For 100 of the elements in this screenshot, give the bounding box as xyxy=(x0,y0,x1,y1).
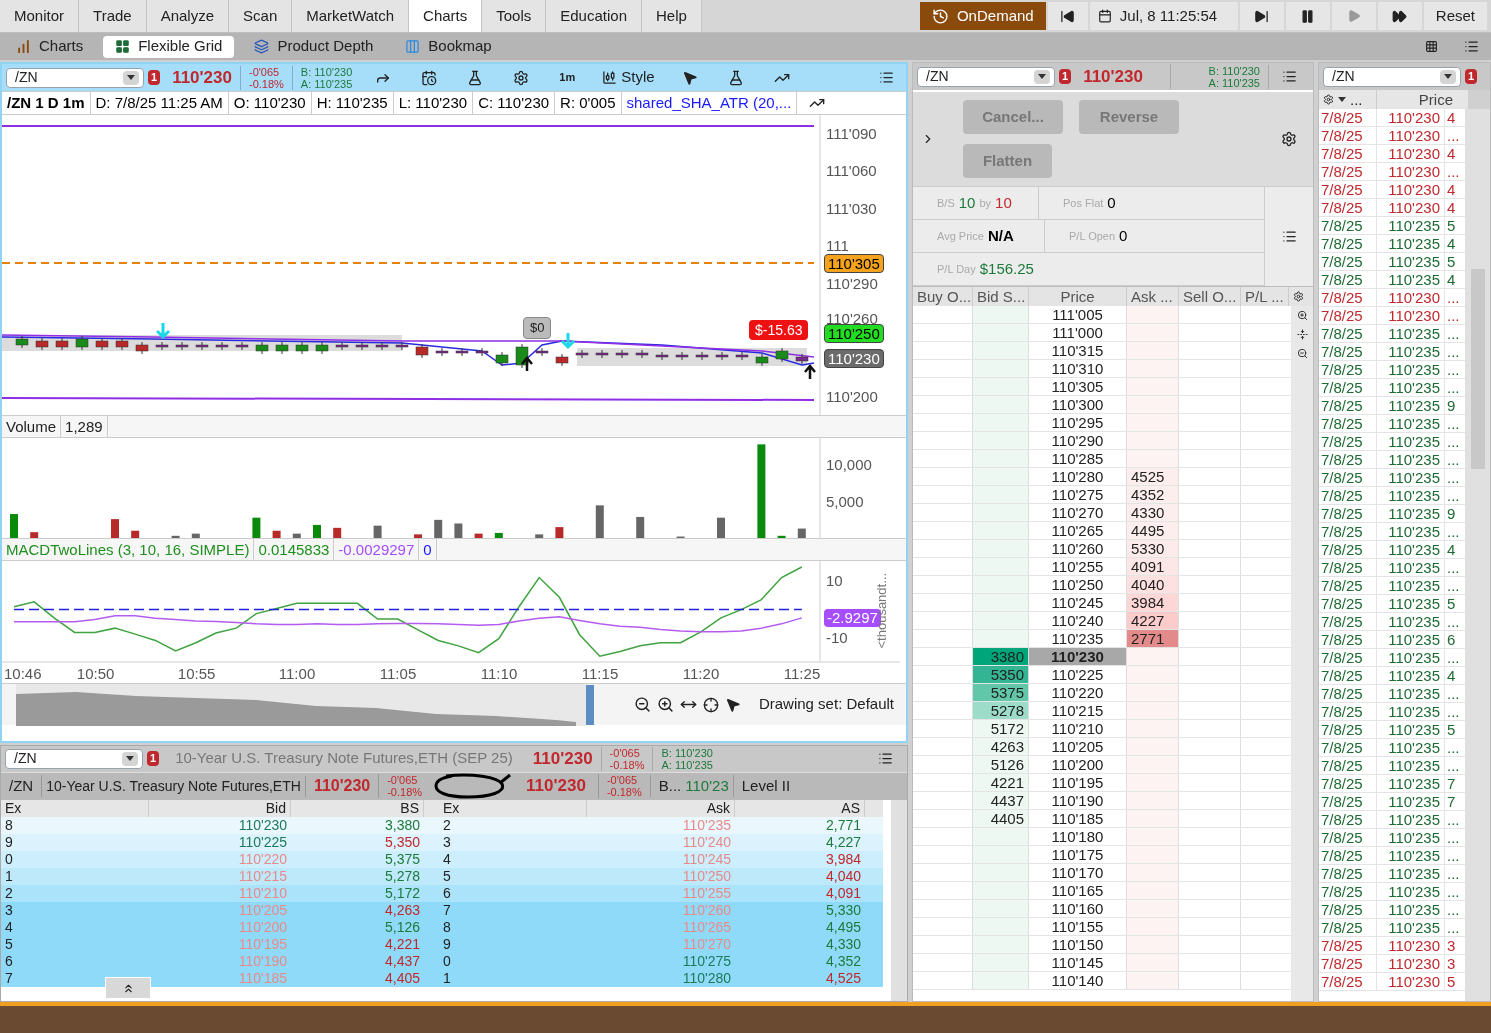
bid-size-cell[interactable] xyxy=(973,900,1029,917)
ask-size-cell[interactable] xyxy=(1127,720,1179,737)
bid-size-cell[interactable] xyxy=(973,576,1029,593)
scrollbar[interactable] xyxy=(1465,109,1490,1001)
column-header[interactable]: Ask xyxy=(587,799,735,817)
bid-size-cell[interactable]: 4405 xyxy=(973,810,1029,827)
menu-tab[interactable]: Tools xyxy=(482,0,547,32)
symbol-field[interactable]: /ZN xyxy=(1323,66,1461,87)
bid-size-cell[interactable] xyxy=(973,378,1029,395)
bid-size-cell[interactable] xyxy=(973,864,1029,881)
ask-size-cell[interactable] xyxy=(1127,360,1179,377)
ask-size-cell[interactable] xyxy=(1127,810,1179,827)
bid-size-cell[interactable] xyxy=(973,432,1029,449)
interval-button[interactable]: 1m xyxy=(544,69,591,86)
alert-badge[interactable]: 1 xyxy=(1465,69,1478,84)
bid-size-cell[interactable] xyxy=(973,396,1029,413)
bid-size-cell[interactable] xyxy=(973,324,1029,341)
bid-size-cell[interactable] xyxy=(973,558,1029,575)
pause-button[interactable] xyxy=(1285,2,1330,30)
ask-size-cell[interactable] xyxy=(1127,918,1179,935)
bid-size-cell[interactable] xyxy=(973,540,1029,557)
ask-size-cell[interactable] xyxy=(1127,396,1179,413)
bid-size-cell[interactable] xyxy=(973,522,1029,539)
bid-size-cell[interactable] xyxy=(973,360,1029,377)
price-cell[interactable]: 110'230 xyxy=(1029,648,1127,665)
ask-size-cell[interactable]: 2771 xyxy=(1127,630,1179,647)
bid-size-cell[interactable] xyxy=(973,918,1029,935)
bid-size-cell[interactable] xyxy=(973,612,1029,629)
menu-tab[interactable]: Help xyxy=(642,0,702,32)
bid-size-cell[interactable] xyxy=(973,342,1029,359)
sub-tab[interactable]: Flexible Grid xyxy=(103,35,235,58)
bid-size-cell[interactable] xyxy=(973,594,1029,611)
ask-size-cell[interactable] xyxy=(1127,738,1179,755)
ask-size-cell[interactable]: 4091 xyxy=(1127,558,1179,575)
drawing-set-button[interactable]: Drawing set: Default xyxy=(758,693,894,716)
ask-size-cell[interactable] xyxy=(1127,900,1179,917)
ask-size-cell[interactable] xyxy=(1127,972,1179,989)
ask-size-cell[interactable] xyxy=(1127,954,1179,971)
bid-size-cell[interactable] xyxy=(973,882,1029,899)
sub-tab[interactable]: Charts xyxy=(4,35,96,58)
column-header[interactable]: BS xyxy=(291,799,424,817)
ask-size-cell[interactable] xyxy=(1127,864,1179,881)
bid-size-cell[interactable] xyxy=(973,306,1029,323)
ask-size-cell[interactable] xyxy=(1127,432,1179,449)
ask-size-cell[interactable]: 4352 xyxy=(1127,486,1179,503)
study-label[interactable]: shared_SHA_ATR (20,... xyxy=(621,92,798,114)
menu-tab[interactable]: Scan xyxy=(229,0,293,32)
ask-size-cell[interactable] xyxy=(1127,414,1179,431)
scroll-top-button[interactable] xyxy=(105,977,151,999)
skip-back-button[interactable] xyxy=(1047,2,1088,30)
sub-tab[interactable]: Product Depth xyxy=(242,35,386,58)
ask-size-cell[interactable]: 4227 xyxy=(1127,612,1179,629)
scrollbar[interactable] xyxy=(891,799,907,1001)
bid-size-cell[interactable] xyxy=(973,972,1029,989)
alert-badge[interactable]: 1 xyxy=(1059,69,1072,84)
column-header[interactable]: Price xyxy=(1377,90,1457,109)
alert-badge[interactable]: 1 xyxy=(148,70,161,85)
bid-size-cell[interactable]: 5375 xyxy=(973,684,1029,701)
ondemand-button[interactable]: OnDemand xyxy=(919,2,1046,30)
bid-size-cell[interactable] xyxy=(973,486,1029,503)
bid-size-cell[interactable] xyxy=(973,954,1029,971)
ask-size-cell[interactable]: 4525 xyxy=(1127,468,1179,485)
ask-size-cell[interactable] xyxy=(1127,378,1179,395)
ask-size-cell[interactable]: 4040 xyxy=(1127,576,1179,593)
ask-size-cell[interactable]: 4330 xyxy=(1127,504,1179,521)
menu-tab[interactable]: MarketWatch xyxy=(292,0,410,32)
bid-size-cell[interactable]: 5350 xyxy=(973,666,1029,683)
bid-size-cell[interactable] xyxy=(973,828,1029,845)
ask-size-cell[interactable] xyxy=(1127,846,1179,863)
ask-size-cell[interactable] xyxy=(1127,828,1179,845)
datetime-button[interactable]: Jul, 8 11:25:54 xyxy=(1089,2,1238,30)
symbol-field[interactable]: /ZN xyxy=(6,67,144,88)
bid-size-cell[interactable] xyxy=(973,630,1029,647)
symbol-field[interactable]: /ZN xyxy=(917,66,1055,87)
ask-size-cell[interactable] xyxy=(1127,756,1179,773)
column-header[interactable]: AS xyxy=(735,799,865,817)
ask-size-cell[interactable] xyxy=(1127,342,1179,359)
ask-size-cell[interactable] xyxy=(1127,792,1179,809)
bid-size-cell[interactable]: 4263 xyxy=(973,738,1029,755)
bid-size-cell[interactable]: 4221 xyxy=(973,774,1029,791)
fast-forward-button[interactable] xyxy=(1377,2,1422,30)
column-header[interactable]: Ex xyxy=(439,799,587,817)
bid-size-cell[interactable] xyxy=(973,468,1029,485)
bid-size-cell[interactable] xyxy=(973,936,1029,953)
ask-size-cell[interactable] xyxy=(1127,666,1179,683)
ask-size-cell[interactable] xyxy=(1127,774,1179,791)
menu-tab[interactable]: Analyze xyxy=(146,0,230,32)
bid-size-cell[interactable]: 3380 xyxy=(973,648,1029,665)
ask-size-cell[interactable] xyxy=(1127,324,1179,341)
ask-size-cell[interactable] xyxy=(1127,306,1179,323)
skip-forward-button[interactable] xyxy=(1239,2,1284,30)
ask-size-cell[interactable] xyxy=(1127,936,1179,953)
ask-size-cell[interactable] xyxy=(1127,450,1179,467)
symbol-field[interactable]: /ZN xyxy=(5,748,143,769)
sub-tab[interactable]: Bookmap xyxy=(393,35,504,58)
navigator-handle[interactable] xyxy=(586,684,594,725)
bid-size-cell[interactable] xyxy=(973,414,1029,431)
bid-size-cell[interactable]: 5126 xyxy=(973,756,1029,773)
bid-size-cell[interactable]: 5172 xyxy=(973,720,1029,737)
bid-size-cell[interactable] xyxy=(973,846,1029,863)
